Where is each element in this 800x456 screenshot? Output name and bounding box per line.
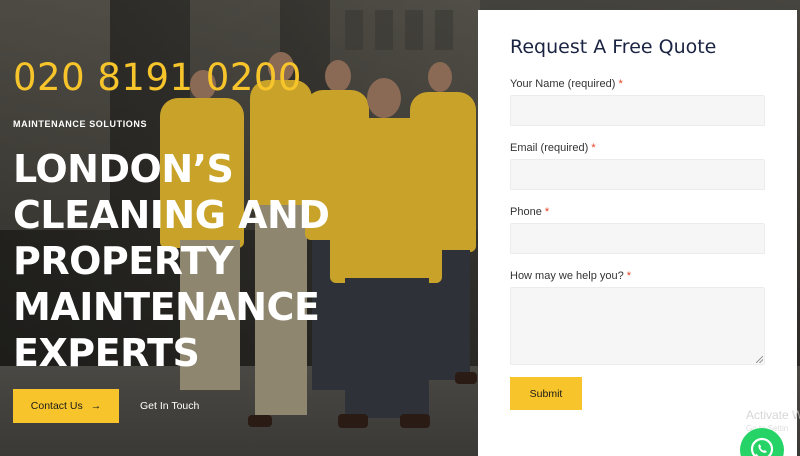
required-marker: * bbox=[626, 270, 632, 282]
required-marker: * bbox=[618, 78, 623, 90]
contact-us-label: Contact Us bbox=[30, 400, 83, 412]
message-label: How may we help you? * bbox=[510, 270, 632, 282]
building-window bbox=[405, 10, 423, 50]
building-window bbox=[375, 10, 393, 50]
headline-line: MAINTENANCE bbox=[13, 285, 320, 329]
message-textarea[interactable] bbox=[510, 287, 765, 365]
phone-label: Phone * bbox=[510, 206, 550, 218]
submit-button[interactable]: Submit bbox=[510, 377, 582, 410]
name-label: Your Name (required) * bbox=[510, 78, 623, 90]
whatsapp-icon bbox=[750, 437, 774, 456]
quote-form-panel: Request A Free Quote Your Name (required… bbox=[478, 10, 797, 456]
hero-headline: LONDON’S CLEANING AND PROPERTY MAINTENAN… bbox=[13, 146, 330, 376]
headline-line: PROPERTY bbox=[13, 239, 234, 283]
headline-line: LONDON’S bbox=[13, 147, 234, 191]
phone-number[interactable]: 020 8191 0200 bbox=[13, 56, 302, 99]
email-input[interactable] bbox=[510, 159, 765, 190]
name-input[interactable] bbox=[510, 95, 765, 126]
required-marker: * bbox=[544, 206, 550, 218]
contact-us-button[interactable]: Contact Us → bbox=[13, 389, 119, 423]
activate-windows-watermark: Activate W bbox=[746, 408, 800, 422]
arrow-right-icon: → bbox=[90, 400, 102, 412]
required-marker: * bbox=[591, 142, 596, 154]
form-title: Request A Free Quote bbox=[510, 36, 717, 58]
building-window bbox=[345, 10, 363, 50]
headline-line: EXPERTS bbox=[13, 331, 200, 375]
get-in-touch-link[interactable]: Get In Touch bbox=[140, 400, 199, 412]
phone-input[interactable] bbox=[510, 223, 765, 254]
building-window bbox=[435, 10, 453, 50]
resize-handle-icon[interactable] bbox=[756, 356, 763, 363]
headline-line: CLEANING AND bbox=[13, 193, 330, 237]
tagline: MAINTENANCE SOLUTIONS bbox=[13, 119, 148, 129]
email-label: Email (required) * bbox=[510, 142, 596, 154]
